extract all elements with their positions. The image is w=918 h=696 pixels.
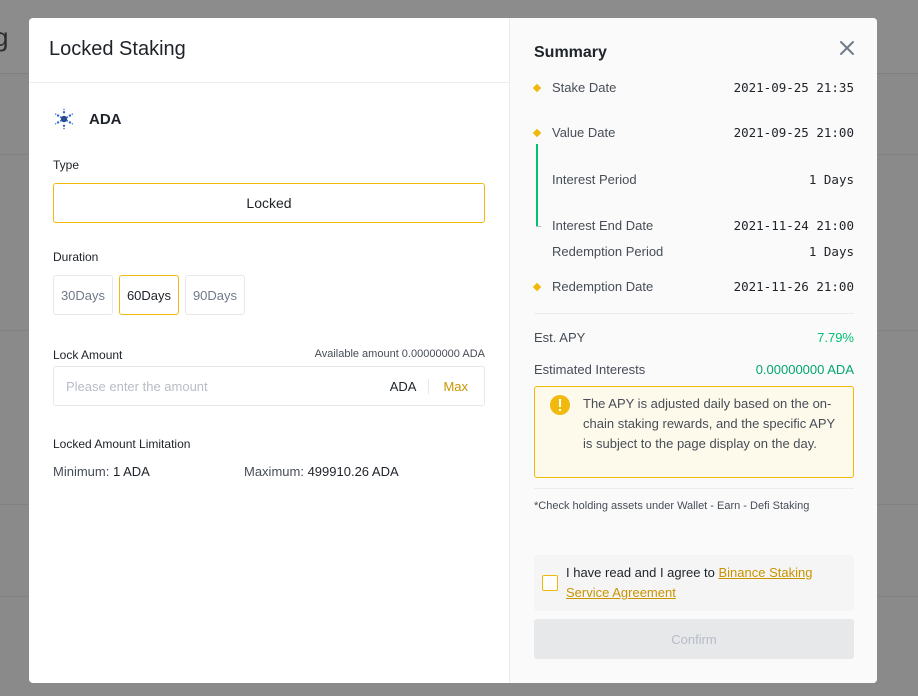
est-apy-value: 7.79% (817, 330, 854, 345)
maximum-label: Maximum: (244, 464, 304, 479)
interest-end-date-row: Interest End Date 2021-11-24 21:00 (534, 218, 854, 233)
agreement-prefix: I have read and I agree to (566, 565, 719, 580)
lock-amount-field: ADA Max (53, 366, 485, 406)
estimated-interests-row: Estimated Interests 0.00000000 ADA (534, 362, 854, 377)
interest-period-value: 1 Days (808, 172, 854, 187)
coin-name: ADA (89, 110, 122, 128)
limitation-row: Minimum: 1 ADA Maximum: 499910.26 ADA (53, 464, 435, 479)
max-button[interactable]: Max (429, 379, 472, 394)
lock-amount-label: Lock Amount (53, 348, 123, 362)
minimum-limit: Minimum: 1 ADA (53, 464, 244, 479)
estimated-interests-label: Estimated Interests (534, 362, 646, 377)
agreement-box: I have read and I agree to Binance Staki… (534, 555, 854, 611)
summary-divider (534, 488, 854, 489)
est-apy-row: Est. APY 7.79% (534, 330, 854, 345)
staking-form-panel: Locked Staking ADA Type Locked Duration … (29, 18, 510, 683)
redemption-period-value: 1 Days (808, 244, 854, 259)
summary-panel: Summary Stake Date 2021-09-25 21:35 Valu… (510, 18, 877, 683)
duration-label: Duration (53, 250, 99, 264)
summary-divider (534, 313, 854, 314)
amount-unit: ADA (390, 378, 430, 394)
check-holdings-note: *Check holding assets under Wallet - Ear… (534, 500, 810, 512)
info-icon (550, 395, 570, 415)
minimum-value: 1 ADA (112, 464, 150, 479)
redemption-date-row: Redemption Date 2021-11-26 21:00 (534, 279, 854, 294)
lock-amount-input[interactable] (66, 378, 390, 394)
interest-end-date-value: 2021-11-24 21:00 (733, 218, 854, 233)
stake-date-value: 2021-09-25 21:35 (733, 80, 854, 95)
type-label: Type (53, 158, 80, 172)
background-title: g (0, 22, 9, 52)
maximum-value: 499910.26 ADA (307, 464, 399, 479)
value-date-value: 2021-09-25 21:00 (733, 125, 854, 140)
duration-30-days-button[interactable]: 30Days (53, 275, 113, 315)
available-amount: Available amount 0.00000000 ADA (314, 348, 485, 360)
interest-end-date-label: Interest End Date (552, 218, 654, 233)
maximum-limit: Maximum: 499910.26 ADA (244, 464, 435, 479)
duration-options: 30Days 60Days 90Days (53, 275, 245, 315)
stake-date-label: Stake Date (552, 80, 617, 95)
lock-amount-header: Lock Amount Available amount 0.00000000 … (53, 348, 485, 362)
est-apy-label: Est. APY (534, 330, 586, 345)
summary-title: Summary (534, 44, 607, 61)
redemption-period-row: Redemption Period 1 Days (534, 244, 854, 259)
locked-staking-modal: Locked Staking ADA Type Locked Duration … (29, 18, 877, 683)
type-selector[interactable]: Locked (53, 183, 485, 223)
minimum-label: Minimum: (53, 464, 110, 479)
value-date-label: Value Date (552, 125, 616, 140)
redemption-date-label: Redemption Date (552, 279, 654, 294)
modal-header: Locked Staking (29, 18, 509, 83)
agreement-checkbox[interactable] (542, 575, 558, 591)
limitation-label: Locked Amount Limitation (53, 437, 191, 451)
coin-row: ADA (53, 108, 122, 130)
stake-date-row: Stake Date 2021-09-25 21:35 (534, 80, 854, 95)
confirm-button[interactable]: Confirm (534, 619, 854, 659)
apy-notice: The APY is adjusted daily based on the o… (534, 386, 854, 478)
estimated-interests-value: 0.00000000 ADA (755, 362, 854, 377)
agreement-text: I have read and I agree to Binance Staki… (566, 563, 841, 603)
duration-90-days-button[interactable]: 90Days (185, 275, 245, 315)
value-date-row: Value Date 2021-09-25 21:00 (534, 125, 854, 140)
interest-period-row: Interest Period 1 Days (534, 172, 854, 187)
redemption-date-value: 2021-11-26 21:00 (733, 279, 854, 294)
cardano-icon (55, 108, 73, 130)
redemption-period-label: Redemption Period (552, 244, 664, 259)
duration-60-days-button[interactable]: 60Days (119, 275, 179, 315)
apy-notice-text: The APY is adjusted daily based on the o… (583, 396, 835, 451)
interest-period-label: Interest Period (552, 172, 637, 187)
close-icon[interactable] (839, 40, 855, 56)
modal-title: Locked Staking (49, 38, 186, 60)
